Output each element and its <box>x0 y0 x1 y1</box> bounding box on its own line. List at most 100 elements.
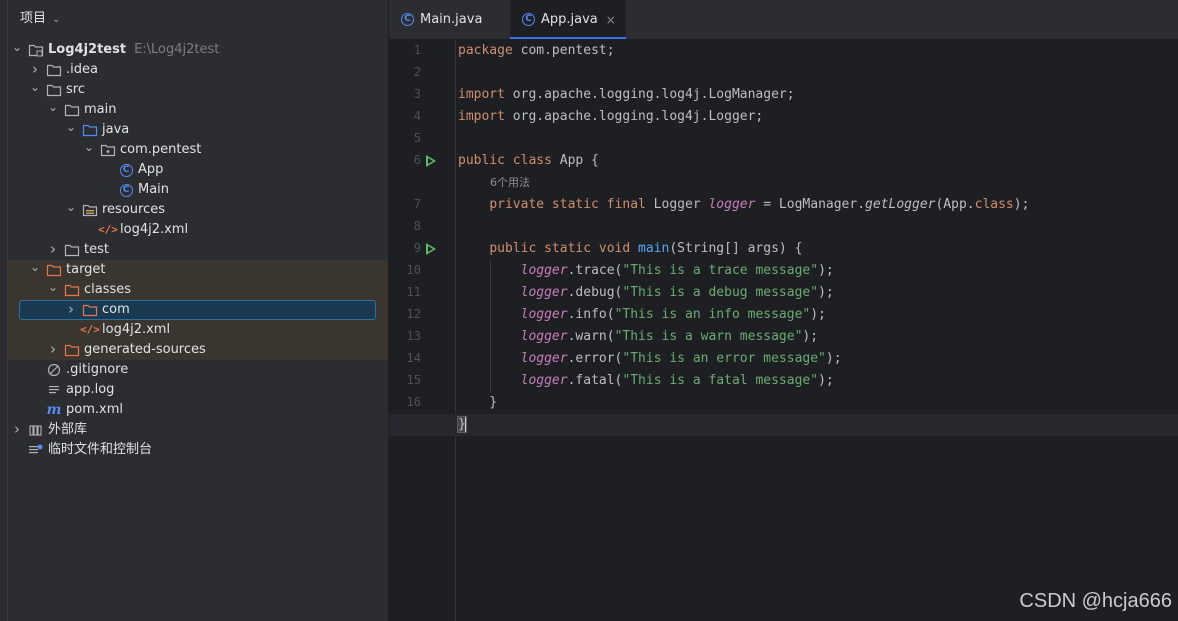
line-number-gutter[interactable]: 1234567891011121314151617 <box>389 40 456 621</box>
tree-item[interactable]: › 外部库 <box>8 420 388 440</box>
tree-item-label: target <box>66 262 106 277</box>
tree-item[interactable]: ⌄ target <box>8 260 388 280</box>
maven-icon: m <box>46 402 62 418</box>
project-tree[interactable]: ⌄ Log4j2test E:\Log4j2test › .idea ⌄ src ⌄ main ⌄… <box>8 40 388 460</box>
tree-item[interactable]: ⌄ com.pentest <box>8 140 388 160</box>
active-tab-indicator <box>510 37 626 39</box>
excluded-folder-icon <box>64 342 80 358</box>
tree-item[interactable]: ⌄ Log4j2test E:\Log4j2test <box>8 40 388 60</box>
code-line[interactable]: logger.error("This is an error message")… <box>458 348 842 370</box>
chevron-down-icon[interactable]: ⌄ <box>82 137 96 157</box>
tree-item[interactable]: › .idea <box>8 60 388 80</box>
tree-item[interactable]: ›临时文件和控制台 <box>8 440 388 460</box>
code-line[interactable]: } <box>458 392 497 414</box>
line-number: 12 <box>406 307 421 321</box>
run-icon[interactable] <box>426 243 436 255</box>
source-folder-icon <box>82 122 98 138</box>
tab-main-java[interactable]: C Main.java <box>401 0 511 39</box>
code-line[interactable]: } <box>457 414 467 436</box>
code-line[interactable]: private static final Logger logger = Log… <box>458 194 1029 216</box>
usages-hint[interactable]: 6个用法 <box>490 174 530 192</box>
chevron-down-icon[interactable]: ⌄ <box>46 97 60 117</box>
code-line[interactable]: public class App { <box>458 150 599 172</box>
line-number: 6 <box>413 153 421 167</box>
tree-item[interactable]: › com <box>8 300 388 320</box>
scratches-icon <box>28 442 44 458</box>
chevron-right-icon[interactable]: › <box>46 339 60 359</box>
chevron-down-icon[interactable]: ⌄ <box>64 117 78 137</box>
current-line-highlight <box>389 414 1178 436</box>
code-line[interactable]: package com.pentest; <box>458 40 615 62</box>
chevron-down-icon[interactable]: ⌄ <box>28 77 42 97</box>
project-view-selector[interactable]: 项目 ⌄ <box>20 10 60 28</box>
tree-item[interactable]: › test <box>8 240 388 260</box>
chevron-down-icon[interactable]: ⌄ <box>10 37 24 57</box>
xml-file-icon: </> <box>98 223 118 236</box>
tree-item[interactable]: ›CApp <box>8 160 388 180</box>
tree-item[interactable]: ›mpom.xml <box>8 400 388 420</box>
code-line[interactable]: logger.trace("This is a trace message"); <box>458 260 834 282</box>
tree-item[interactable]: ›app.log <box>8 380 388 400</box>
tree-item[interactable]: ⌄ java <box>8 120 388 140</box>
line-number: 14 <box>406 351 421 365</box>
excluded-folder-icon <box>46 262 62 278</box>
project-view-label: 项目 <box>20 11 47 26</box>
tab-app-java[interactable]: C App.java × <box>510 0 626 39</box>
code-line[interactable]: logger.fatal("This is a fatal message"); <box>458 370 834 392</box>
tree-item[interactable]: ›</>log4j2.xml <box>8 320 388 340</box>
chevron-down-icon[interactable]: ⌄ <box>28 257 42 277</box>
code-line[interactable]: public static void main(String[] args) { <box>458 238 802 260</box>
line-number: 1 <box>413 43 421 57</box>
tree-item-label: .idea <box>66 62 98 77</box>
indent-guide <box>490 260 491 392</box>
tree-item-label: 外部库 <box>48 422 88 437</box>
tree-item-label: main <box>84 102 117 117</box>
chevron-down-icon[interactable]: ⌄ <box>46 277 60 297</box>
chevron-right-icon[interactable]: › <box>64 299 78 319</box>
tree-item[interactable]: › generated-sources <box>8 340 388 360</box>
chevron-down-icon[interactable]: ⌄ <box>64 197 78 217</box>
line-number: 3 <box>413 87 421 101</box>
watermark: CSDN @hcja666 <box>1019 590 1172 612</box>
line-number: 13 <box>406 329 421 343</box>
ignore-file-icon <box>46 362 62 378</box>
code-line[interactable]: logger.info("This is an info message"); <box>458 304 826 326</box>
close-icon[interactable]: × <box>606 13 616 27</box>
line-number: 11 <box>406 285 421 299</box>
tree-item-label: .gitignore <box>66 362 129 377</box>
line-number: 7 <box>413 197 421 211</box>
excluded-folder-icon <box>82 302 98 318</box>
tree-item[interactable]: ⌄ resources <box>8 200 388 220</box>
editor-area: C Main.java C App.java × 1 2 3 4 5 6 7 8 9 10 11 12… <box>389 0 1178 621</box>
tool-window-strip <box>0 0 8 621</box>
folder-icon <box>46 82 62 98</box>
tree-item-label: test <box>84 242 109 257</box>
project-path: E:\Log4j2test <box>134 42 220 57</box>
code-line[interactable]: logger.warn("This is a warn message"); <box>458 326 818 348</box>
code-line[interactable]: import org.apache.logging.log4j.Logger; <box>458 106 763 128</box>
folder-icon <box>64 102 80 118</box>
code-line[interactable]: import org.apache.logging.log4j.LogManag… <box>458 84 795 106</box>
folder-icon <box>64 242 80 258</box>
line-number: 15 <box>406 373 421 387</box>
library-icon <box>28 422 44 438</box>
tree-item[interactable]: ⌄ src <box>8 80 388 100</box>
line-number: 5 <box>413 131 421 145</box>
chevron-right-icon[interactable]: › <box>28 59 42 79</box>
chevron-right-icon[interactable]: › <box>46 239 60 259</box>
tree-item[interactable]: ›</>log4j2.xml <box>8 220 388 240</box>
line-number: 2 <box>413 65 421 79</box>
code-editor[interactable]: package com.pentest; import org.apache.lo… <box>389 40 1178 621</box>
text-file-icon <box>46 382 62 398</box>
chevron-right-icon[interactable]: › <box>10 419 24 439</box>
code-line[interactable]: logger.debug("This is a debug message"); <box>458 282 834 304</box>
folder-icon <box>46 62 62 78</box>
class-icon: C <box>118 182 134 198</box>
run-icon[interactable] <box>426 155 436 167</box>
tree-item[interactable]: ›.gitignore <box>8 360 388 380</box>
tree-item-label: Main <box>138 182 170 197</box>
tree-item[interactable]: ⌄ classes <box>8 280 388 300</box>
module-folder-icon <box>28 42 44 58</box>
tree-item-label: App <box>138 162 164 177</box>
tab-label: Main.java <box>420 12 483 27</box>
